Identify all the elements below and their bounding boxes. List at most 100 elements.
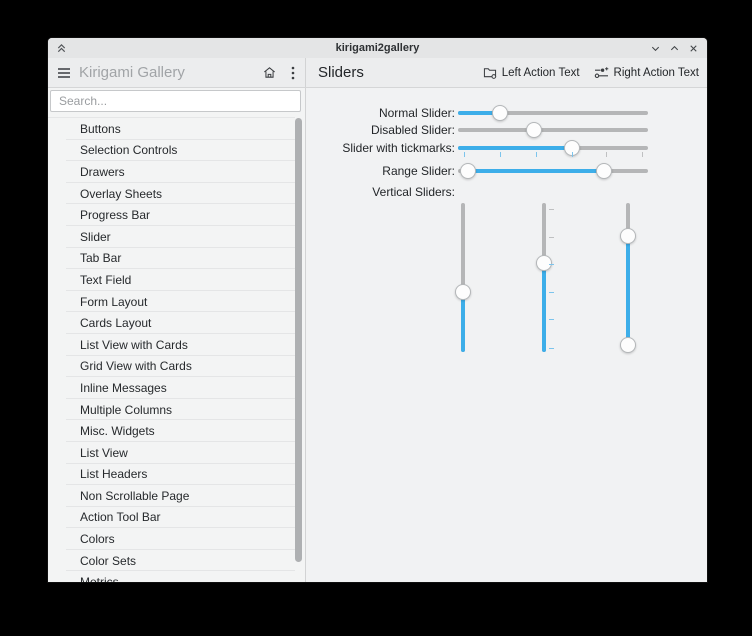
window-title: kirigami2gallery (335, 42, 420, 54)
slider-handle[interactable] (455, 284, 471, 301)
adjust-sliders-icon (594, 66, 609, 79)
left-action-label: Left Action Text (501, 66, 580, 79)
sidebar-item[interactable]: Multiple Columns (48, 399, 295, 421)
sidebar-item-label: Text Field (80, 272, 132, 287)
sidebar-scrollbar[interactable] (295, 118, 302, 580)
sidebar-item-label: Colors (80, 532, 115, 547)
slider-track (458, 128, 648, 132)
slider-handle[interactable] (536, 254, 552, 271)
right-action-button[interactable]: Right Action Text (594, 66, 699, 79)
app-window: kirigami2gallery Kirigami Gallery Slider… (48, 38, 707, 582)
toolbar: Kirigami Gallery Sliders Left Action Tex… (48, 58, 707, 88)
range-slider-low-handle[interactable] (459, 163, 476, 179)
sidebar-item-label: Inline Messages (80, 380, 167, 395)
sidebar-item[interactable]: Form Layout (48, 291, 295, 313)
sliders-page: Normal Slider: Disabled Slider: Slider w… (306, 88, 707, 582)
sidebar-item-label: Action Tool Bar (80, 510, 161, 525)
sidebar-item-label: Form Layout (80, 294, 148, 309)
sidebar-item-label: Multiple Columns (80, 402, 173, 417)
sidebar-item-label: List View (80, 445, 128, 460)
search-input[interactable] (50, 90, 301, 112)
vertical-sliders-label: Vertical Sliders: (372, 185, 455, 199)
slider-handle[interactable] (491, 105, 508, 121)
sidebar-item[interactable]: List View (48, 442, 295, 464)
sidebar-item[interactable]: Selection Controls (48, 140, 295, 162)
sidebar-item[interactable]: Tab Bar (48, 248, 295, 270)
tickmark-slider[interactable] (458, 139, 648, 157)
screenshot-stage: kirigami2gallery Kirigami Gallery Slider… (0, 0, 752, 636)
window-body: Buttons Selection Controls Drawers Overlay … (48, 88, 707, 582)
sidebar-item-label: Grid View with Cards (80, 359, 192, 374)
sidebar-item[interactable]: Metrics (48, 571, 295, 582)
sidebar-item-label: List Headers (80, 467, 148, 482)
sidebar-item-label: Non Scrollable Page (80, 488, 190, 503)
sidebar: Buttons Selection Controls Drawers Overlay … (48, 88, 306, 582)
sidebar-item[interactable]: Color Sets (48, 550, 295, 572)
sidebar-item[interactable]: List View with Cards (48, 334, 295, 356)
sidebar-item-label: Overlay Sheets (80, 186, 163, 201)
page-title: Sliders (318, 64, 364, 81)
sidebar-item[interactable]: Text Field (48, 269, 295, 291)
sidebar-item[interactable]: Progress Bar (48, 204, 295, 226)
sidebar-item[interactable]: Overlay Sheets (48, 183, 295, 205)
range-slider-low-handle[interactable] (620, 336, 636, 353)
close-button[interactable] (687, 42, 699, 54)
range-slider-high-handle[interactable] (620, 227, 636, 244)
vertical-slider-1[interactable] (454, 203, 472, 352)
sidebar-list: Buttons Selection Controls Drawers Overlay … (48, 117, 295, 582)
maximize-button[interactable] (668, 42, 680, 54)
sidebar-item[interactable]: Misc. Widgets (48, 420, 295, 442)
titlebar: kirigami2gallery (48, 38, 707, 58)
home-icon[interactable] (257, 61, 281, 85)
sidebar-item[interactable]: Grid View with Cards (48, 356, 295, 378)
slider-fill (542, 262, 546, 352)
tick-mark (549, 208, 554, 210)
tick-mark (535, 152, 537, 157)
slider-fill (458, 146, 572, 150)
page-header: Sliders Left Action Text Right Action Te… (306, 58, 707, 87)
range-slider-label: Range Slider: (382, 164, 455, 178)
sidebar-item[interactable]: Drawers (48, 161, 295, 183)
slider-fill (461, 292, 465, 352)
tickmark-slider-label: Slider with tickmarks: (342, 141, 455, 155)
slider-handle (526, 122, 542, 138)
disabled-slider-label: Disabled Slider: (370, 123, 455, 137)
tick-mark (642, 152, 644, 157)
sidebar-item-label: Cards Layout (80, 316, 152, 331)
sidebar-header: Kirigami Gallery (48, 58, 306, 87)
disabled-slider (458, 121, 648, 139)
sidebar-item[interactable]: Action Tool Bar (48, 507, 295, 529)
vertical-slider-2[interactable] (535, 203, 554, 352)
sidebar-item-label: Metrics (48, 575, 119, 582)
sidebar-item-label: Tab Bar (80, 251, 122, 266)
range-slider[interactable] (458, 162, 648, 180)
normal-slider[interactable] (458, 104, 648, 122)
range-slider-high-handle[interactable] (596, 163, 613, 179)
folder-icon (483, 66, 497, 79)
window-controls (649, 38, 699, 58)
right-action-label: Right Action Text (613, 66, 699, 79)
scrollbar-thumb[interactable] (295, 118, 302, 562)
sidebar-item[interactable]: List Headers (48, 464, 295, 486)
sidebar-item[interactable]: Inline Messages (48, 377, 295, 399)
vertical-range-slider[interactable] (619, 203, 637, 353)
overflow-menu-icon[interactable] (281, 61, 305, 85)
tick-mark (499, 152, 501, 157)
sidebar-item[interactable]: Colors (48, 528, 295, 550)
sidebar-item[interactable]: Non Scrollable Page (48, 485, 295, 507)
tick-mark (572, 152, 573, 157)
tick-mark (549, 237, 554, 239)
normal-slider-label: Normal Slider: (378, 106, 455, 120)
tick-mark (549, 264, 554, 266)
sidebar-item[interactable]: Slider (48, 226, 295, 248)
sidebar-item-label: Selection Controls (80, 143, 178, 158)
sidebar-item[interactable]: Buttons (48, 118, 295, 140)
left-action-button[interactable]: Left Action Text (483, 66, 580, 79)
sidebar-item[interactable]: Cards Layout (48, 312, 295, 334)
sidebar-item-label: Buttons (80, 121, 121, 136)
sidebar-item-label: Misc. Widgets (80, 424, 155, 439)
minimize-button[interactable] (649, 42, 661, 54)
hamburger-menu-icon[interactable] (57, 67, 71, 79)
sidebar-item-label: Slider (80, 229, 111, 244)
tick-mark (549, 292, 554, 294)
